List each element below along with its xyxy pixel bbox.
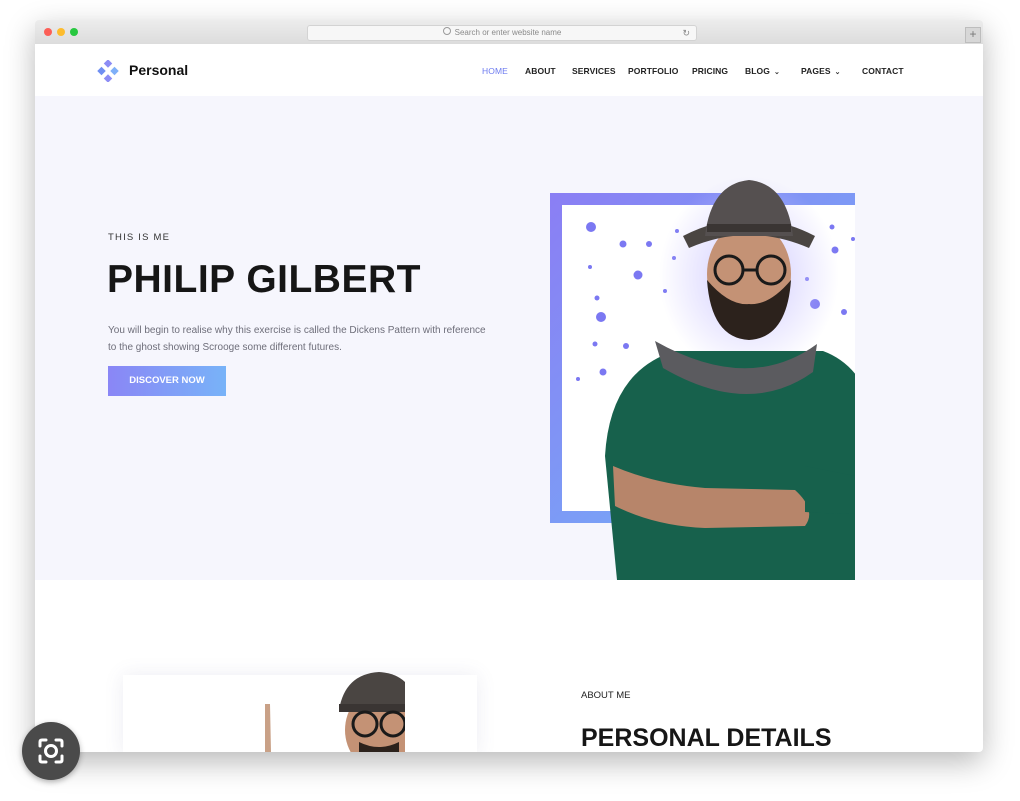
hero-portrait-image bbox=[550, 176, 855, 580]
reload-icon[interactable]: ↻ bbox=[682, 28, 690, 38]
nav-pages[interactable]: PAGES ⌄ bbox=[801, 66, 841, 76]
close-window-button[interactable] bbox=[44, 28, 52, 36]
browser-toolbar: Search or enter website name ↻ + bbox=[35, 20, 983, 45]
search-icon bbox=[442, 27, 451, 35]
nav-pricing[interactable]: PRICING bbox=[692, 66, 728, 76]
nav-about[interactable]: ABOUT bbox=[525, 66, 556, 76]
address-placeholder: Search or enter website name bbox=[454, 28, 562, 37]
zoom-window-button[interactable] bbox=[70, 28, 78, 36]
about-title: PERSONAL DETAILS bbox=[581, 724, 832, 752]
chevron-down-icon: ⌄ bbox=[773, 69, 780, 76]
nav-pages-label: PAGES bbox=[801, 66, 831, 76]
nav-blog-label: BLOG bbox=[745, 66, 770, 76]
nav-contact[interactable]: CONTACT bbox=[862, 66, 904, 76]
minimize-window-button[interactable] bbox=[57, 28, 65, 36]
hero-description: You will begin to realise why this exerc… bbox=[108, 325, 486, 353]
nav-services[interactable]: SERVICES bbox=[572, 66, 616, 76]
nav-home[interactable]: HOME bbox=[482, 66, 508, 76]
hero-eyebrow: THIS IS ME bbox=[108, 232, 171, 243]
browser-window: Search or enter website name ↻ + Persona… bbox=[35, 20, 983, 752]
new-tab-icon[interactable]: + bbox=[965, 27, 981, 43]
camera-lens-button[interactable] bbox=[22, 722, 80, 780]
logo-icon bbox=[97, 60, 119, 82]
chevron-down-icon: ⌄ bbox=[834, 69, 841, 76]
brand-name[interactable]: Personal bbox=[129, 62, 188, 78]
nav-blog[interactable]: BLOG ⌄ bbox=[745, 66, 780, 76]
hero-section: THIS IS ME PHILIP GILBERT You will begin… bbox=[35, 96, 983, 580]
site-header: Personal HOME ABOUT SERVICES PORTFOLIO P… bbox=[35, 44, 983, 96]
address-bar[interactable]: Search or enter website name ↻ bbox=[307, 25, 697, 41]
about-portrait-image bbox=[265, 672, 405, 752]
camera-icon bbox=[38, 738, 64, 764]
discover-now-button[interactable]: DISCOVER NOW bbox=[108, 366, 226, 396]
nav-portfolio[interactable]: PORTFOLIO bbox=[628, 66, 678, 76]
hero-title: PHILIP GILBERT bbox=[107, 258, 421, 301]
about-eyebrow: ABOUT ME bbox=[581, 690, 631, 701]
